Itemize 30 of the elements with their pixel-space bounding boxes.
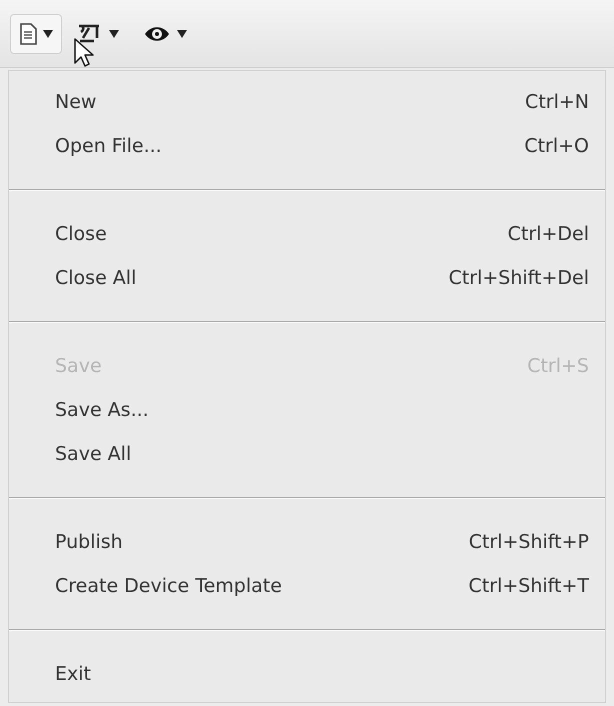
mouse-cursor-icon — [74, 38, 94, 68]
caret-icon — [177, 30, 187, 38]
shortcut-label: Ctrl+N — [525, 91, 589, 113]
menu-item-label: Close All — [55, 267, 136, 289]
menu-item-label: New — [55, 91, 96, 113]
menu-item-label: Save All — [55, 443, 132, 465]
file-menu-button[interactable] — [10, 14, 62, 54]
menu-item[interactable]: Save All — [9, 432, 605, 476]
menu-item[interactable]: Save As... — [9, 388, 605, 432]
shortcut-label: Ctrl+Shift+P — [468, 531, 589, 553]
menu-item[interactable]: Publish Ctrl+Shift+P — [9, 520, 605, 564]
menu-item[interactable]: Open File... Ctrl+O — [9, 124, 605, 168]
menu-item[interactable]: Close All Ctrl+Shift+Del — [9, 256, 605, 300]
menu-item[interactable]: Exit — [9, 652, 605, 696]
shortcut-label: Ctrl+Del — [508, 223, 589, 245]
menu-item[interactable]: Create Device Template Ctrl+Shift+T — [9, 564, 605, 608]
shortcut-label: Ctrl+Shift+T — [468, 575, 589, 597]
caret-icon — [109, 30, 119, 38]
menu-item-label: Save As... — [55, 399, 149, 421]
menu-item[interactable]: New Ctrl+N — [9, 80, 605, 124]
shortcut-label: Ctrl+Shift+Del — [448, 267, 589, 289]
menu-item-label: Create Device Template — [55, 575, 282, 597]
shortcut-label: Ctrl+O — [524, 135, 589, 157]
document-icon — [19, 22, 37, 44]
menu-item-label: Open File... — [55, 135, 162, 157]
menu-item[interactable]: Close Ctrl+Del — [9, 212, 605, 256]
menu-item-label: Close — [55, 223, 107, 245]
caret-icon — [43, 30, 53, 38]
menu-item-label: Exit — [55, 663, 91, 685]
menu-item-label: Publish — [55, 531, 123, 553]
